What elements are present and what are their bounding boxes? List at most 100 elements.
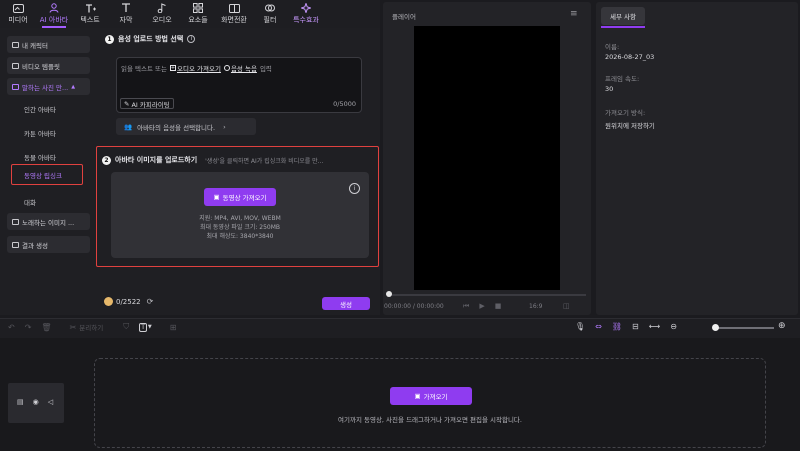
subitem-animal-avatar[interactable]: 동물 아바타 xyxy=(24,152,56,162)
sidebar-item-label: 비디오 템플릿 xyxy=(22,62,60,71)
subitem-conversation[interactable]: 대화 xyxy=(24,197,36,207)
zoom-in-icon[interactable]: ⊕ xyxy=(778,321,786,331)
top-toolbar: 미디어 AI 아바타 텍스트 자막 오디오 요소들 화면전환 필터 특수효과 xyxy=(0,0,380,28)
record-icon xyxy=(223,65,230,71)
microphone-icon[interactable]: 🎙 xyxy=(575,322,585,331)
tab-ai-avatar-label: AI 아바타 xyxy=(39,16,69,24)
tab-effects[interactable]: 특수효과 xyxy=(288,0,324,28)
split-label: 분리하기 xyxy=(79,324,104,332)
max-resolution: 최대 해상도: 3840*3840 xyxy=(206,233,274,240)
tab-text-label: 텍스트 xyxy=(80,16,100,24)
voice-person-icon: 👥 xyxy=(124,122,133,131)
filter-icon xyxy=(264,3,276,13)
chain-icon[interactable]: ⛓ xyxy=(612,322,622,331)
eye-icon[interactable]: ◉ xyxy=(33,398,39,406)
details-tab-label: 세부 사항 xyxy=(610,13,636,21)
crop-icon[interactable]: ⊞ xyxy=(170,323,177,332)
photo-icon xyxy=(12,83,19,90)
text-tool-dropdown[interactable]: T ▼ xyxy=(139,322,152,332)
import-video-button[interactable]: ▣ 동영상 가져오기 xyxy=(204,188,276,206)
tab-audio[interactable]: 오디오 xyxy=(144,0,180,28)
zoom-slider-track[interactable] xyxy=(716,327,774,329)
info-icon[interactable]: i xyxy=(187,35,196,43)
plus-icon: + xyxy=(170,65,176,71)
generate-label: 생성 xyxy=(340,300,352,309)
play-icon[interactable]: ▶ xyxy=(479,302,484,311)
zoom-slider-knob[interactable] xyxy=(712,324,719,331)
sidebar-item-my-character[interactable]: 내 캐릭터 xyxy=(7,36,90,53)
play-folder-icon xyxy=(12,241,19,248)
timeline-edit-tools: ↶ ↷ 🗑 ✂ 분리하기 ⛉ T ▼ ⊞ xyxy=(8,322,176,332)
script-text-input[interactable]: 읽을 텍스트 또는 + 오디오 가져오기 음성 녹음 입력 ✎ AI 카피라이팅… xyxy=(116,57,362,113)
playback-progress-track[interactable] xyxy=(388,294,586,296)
snapshot-icon[interactable]: ◫ xyxy=(563,302,570,310)
coin-icon xyxy=(104,297,113,306)
sidebar-item-video-template[interactable]: 비디오 템플릿 xyxy=(7,57,90,74)
speaker-icon[interactable]: ◁ xyxy=(48,398,53,406)
folder-icon xyxy=(12,41,19,48)
step1-number: 1 xyxy=(105,34,114,44)
supported-formats: 지원: MP4, AVI, MOV, WEBM xyxy=(199,215,281,222)
player-title: 플레이어 xyxy=(392,13,416,21)
split-button[interactable]: ✂ 분리하기 xyxy=(69,322,104,333)
undo-icon[interactable]: ↶ xyxy=(8,323,15,332)
scissors-icon: ✂ xyxy=(69,322,77,332)
sidebar-item-label: 말하는 사진 만... xyxy=(22,83,69,92)
track-video-icon[interactable]: ▤ xyxy=(17,398,24,406)
folder-import-icon: ▣ xyxy=(414,392,421,400)
tab-ai-avatar[interactable]: AI 아바타 xyxy=(36,0,72,28)
generate-button[interactable]: 생성 xyxy=(322,297,370,310)
zoom-out-icon[interactable]: ⊖ xyxy=(670,322,677,331)
stop-icon[interactable]: ■ xyxy=(495,302,502,311)
details-panel xyxy=(596,2,798,315)
playback-scrubber[interactable] xyxy=(386,291,392,297)
tab-transition-label: 화면전환 xyxy=(221,16,247,24)
tab-transition[interactable]: 화면전환 xyxy=(216,0,252,28)
tab-elements[interactable]: 요소들 xyxy=(180,0,216,28)
playback-controls: ⏮ ▶ ■ xyxy=(463,302,501,311)
marker-icon[interactable]: ⛉ xyxy=(123,322,129,332)
refresh-icon[interactable]: ⟳ xyxy=(147,297,154,306)
fps-value: 30 xyxy=(605,85,614,93)
credits-value: 0/2522 xyxy=(116,297,141,306)
voice-select-button[interactable]: 👥 아바타의 음성을 선택합니다. › xyxy=(116,118,256,135)
sidebar-item-results[interactable]: 결과 생성 xyxy=(7,236,90,253)
import-method-value: 원위치에 저장하기 xyxy=(605,122,655,130)
voice-record-link[interactable]: 음성 녹음 xyxy=(223,63,257,73)
sidebar-item-label: 내 캐릭터 xyxy=(22,41,48,50)
timeline-import-button[interactable]: ▣ 가져오기 xyxy=(390,387,472,405)
text-icon xyxy=(84,3,96,13)
subitem-video-lipsync[interactable]: 동영상 립싱크 xyxy=(11,164,83,185)
link-icon[interactable]: ⇔ xyxy=(595,322,602,331)
playback-time: 00:00:00 / 00:00:00 xyxy=(384,303,444,310)
sidebar-item-talking-photo[interactable]: 말하는 사진 만... ▲ xyxy=(7,78,90,95)
redo-icon[interactable]: ↷ xyxy=(25,323,32,332)
delete-icon[interactable]: 🗑 xyxy=(41,323,51,332)
split-view-icon[interactable]: ⊟ xyxy=(632,322,639,331)
previous-frame-icon[interactable]: ⏮ xyxy=(463,302,469,311)
tab-filter[interactable]: 필터 xyxy=(252,0,288,28)
char-count-value: 0/5000 xyxy=(333,100,356,108)
subitem-cartoon-avatar[interactable]: 카툰 아바타 xyxy=(24,128,56,138)
name-value: 2026-08-27_03 xyxy=(605,53,655,61)
aspect-ratio[interactable]: 16:9 xyxy=(529,303,542,310)
ai-copywriting-button[interactable]: ✎ AI 카피라이팅 xyxy=(120,98,174,109)
text-input-placeholder-start: 읽을 텍스트 또는 xyxy=(121,65,167,73)
tab-text[interactable]: 텍스트 xyxy=(72,0,108,28)
tab-details[interactable]: 세부 사항 xyxy=(601,7,645,25)
tab-effects-label: 특수효과 xyxy=(293,16,319,24)
menu-icon[interactable]: ≡ xyxy=(570,9,578,19)
elements-icon xyxy=(192,3,204,13)
tab-media[interactable]: 미디어 xyxy=(0,0,36,28)
voice-record-text: 음성 녹음 xyxy=(230,65,257,73)
audio-import-link[interactable]: + 오디오 가져오기 xyxy=(170,63,221,73)
subitem-human-avatar[interactable]: 인간 아바타 xyxy=(24,104,56,114)
tab-caption[interactable]: 자막 xyxy=(108,0,144,28)
audio-icon xyxy=(156,3,168,13)
step2-number: 2 xyxy=(102,155,111,165)
info-icon[interactable]: i xyxy=(349,183,360,194)
sidebar-item-singing-image[interactable]: 노래하는 이미지 ... xyxy=(7,213,90,230)
import-method-label: 가져오기 방식: xyxy=(605,109,646,117)
fit-width-icon[interactable]: ⟷ xyxy=(649,322,660,331)
video-import-icon: ▣ xyxy=(213,193,220,201)
